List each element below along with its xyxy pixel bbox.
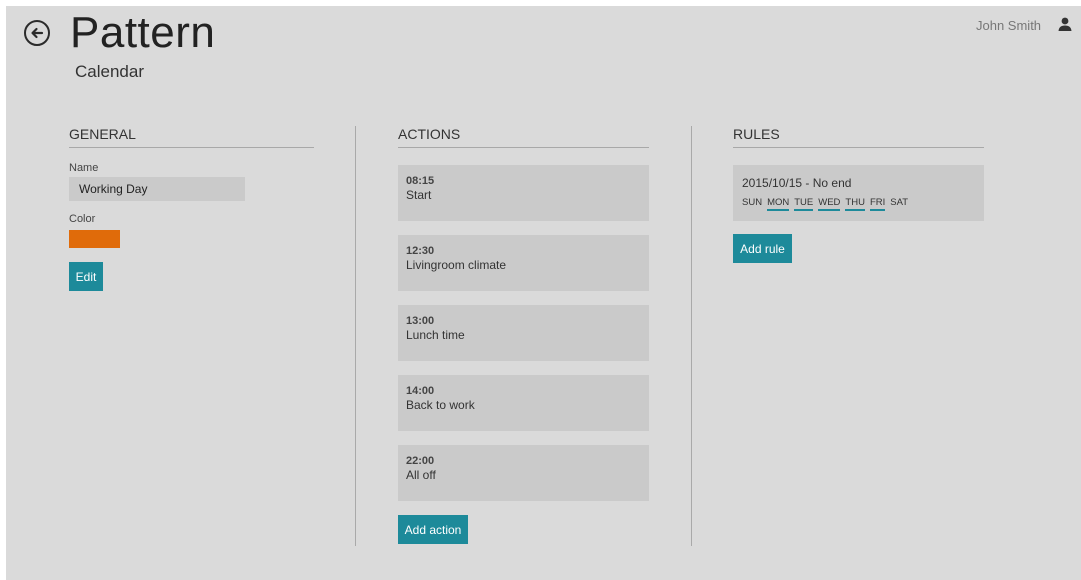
- edit-button[interactable]: Edit: [69, 262, 103, 291]
- name-label: Name: [69, 162, 99, 174]
- action-item[interactable]: 13:00 Lunch time: [398, 305, 649, 361]
- color-label: Color: [69, 213, 96, 225]
- rule-item[interactable]: 2015/10/15 - No end SUN MON TUE WED THU …: [733, 165, 984, 221]
- back-button[interactable]: [24, 20, 50, 46]
- day-wed: WED: [818, 197, 841, 211]
- back-arrow-icon: [31, 27, 44, 39]
- action-item[interactable]: 14:00 Back to work: [398, 375, 649, 431]
- actions-section: ACTIONS 08:15 Start 12:30 Livingroom cli…: [398, 126, 649, 544]
- user-icon[interactable]: [1058, 17, 1072, 31]
- action-item[interactable]: 22:00 All off: [398, 445, 649, 501]
- column-divider: [691, 126, 692, 546]
- rule-weekdays: SUN MON TUE WED THU FRI SAT: [742, 197, 984, 211]
- action-time: 22:00: [406, 455, 435, 467]
- action-label: Livingroom climate: [406, 258, 507, 272]
- general-heading: GENERAL: [69, 126, 314, 148]
- action-time: 08:15: [406, 175, 435, 187]
- action-label: Back to work: [406, 398, 475, 412]
- app-window: Pattern Calendar John Smith GENERAL Name…: [6, 6, 1081, 580]
- column-divider: [355, 126, 356, 546]
- general-section: GENERAL Name Working Day Color Edit: [69, 126, 314, 291]
- rules-heading: RULES: [733, 126, 984, 148]
- add-rule-button[interactable]: Add rule: [733, 234, 792, 263]
- action-time: 14:00: [406, 385, 435, 397]
- day-tue: TUE: [794, 197, 814, 211]
- day-fri: FRI: [869, 197, 886, 211]
- day-thu: THU: [845, 197, 865, 211]
- action-time: 12:30: [406, 245, 435, 257]
- day-sun: SUN: [742, 197, 763, 208]
- action-label: Lunch time: [406, 328, 465, 342]
- action-label: Start: [406, 188, 432, 202]
- page-title: Pattern: [70, 8, 216, 57]
- user-name[interactable]: John Smith: [976, 18, 1041, 33]
- add-action-button[interactable]: Add action: [398, 515, 468, 544]
- action-time: 13:00: [406, 315, 435, 327]
- action-item[interactable]: 08:15 Start: [398, 165, 649, 221]
- rule-date-range: 2015/10/15 - No end: [742, 176, 852, 190]
- name-field: Working Day: [69, 177, 245, 201]
- action-item[interactable]: 12:30 Livingroom climate: [398, 235, 649, 291]
- day-mon: MON: [767, 197, 790, 211]
- actions-heading: ACTIONS: [398, 126, 649, 148]
- page-subtitle: Calendar: [75, 62, 144, 81]
- action-label: All off: [406, 468, 436, 482]
- color-swatch: [69, 230, 120, 248]
- rules-section: RULES 2015/10/15 - No end SUN MON TUE WE…: [733, 126, 984, 263]
- day-sat: SAT: [890, 197, 909, 208]
